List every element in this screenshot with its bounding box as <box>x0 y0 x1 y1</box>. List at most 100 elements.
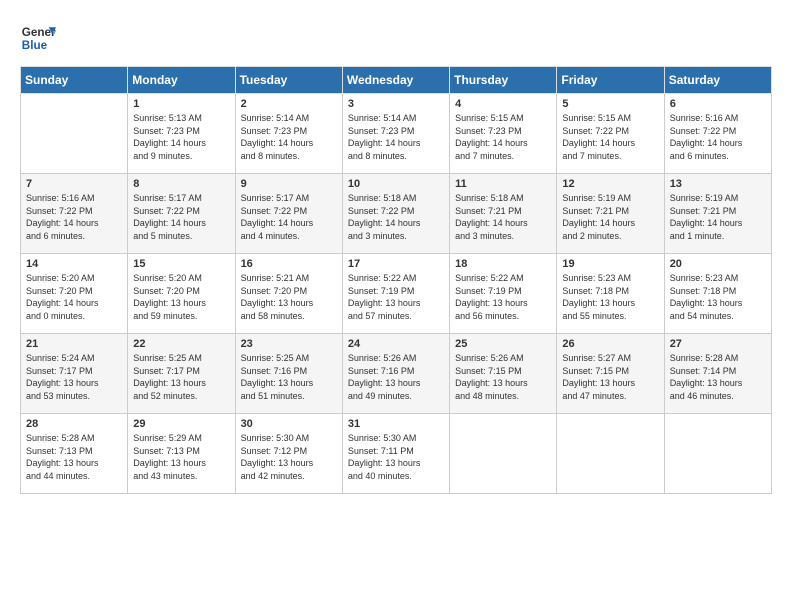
page-header: General Blue <box>20 20 772 56</box>
calendar-cell: 17 Sunrise: 5:22 AM Sunset: 7:19 PM Dayli… <box>342 254 449 334</box>
calendar-cell <box>21 94 128 174</box>
day-info: Sunrise: 5:13 AM Sunset: 7:23 PM Dayligh… <box>133 112 229 162</box>
day-number: 27 <box>670 338 766 350</box>
weekday-header-row: SundayMondayTuesdayWednesdayThursdayFrid… <box>21 67 772 94</box>
day-info: Sunrise: 5:17 AM Sunset: 7:22 PM Dayligh… <box>241 192 337 242</box>
day-info: Sunrise: 5:22 AM Sunset: 7:19 PM Dayligh… <box>348 272 444 322</box>
day-info: Sunrise: 5:25 AM Sunset: 7:17 PM Dayligh… <box>133 352 229 402</box>
calendar-cell: 5 Sunrise: 5:15 AM Sunset: 7:22 PM Daylig… <box>557 94 664 174</box>
weekday-header: Sunday <box>21 67 128 94</box>
calendar-week-row: 28 Sunrise: 5:28 AM Sunset: 7:13 PM Dayli… <box>21 414 772 494</box>
calendar-cell: 4 Sunrise: 5:15 AM Sunset: 7:23 PM Daylig… <box>450 94 557 174</box>
calendar-cell: 25 Sunrise: 5:26 AM Sunset: 7:15 PM Dayli… <box>450 334 557 414</box>
day-info: Sunrise: 5:15 AM Sunset: 7:23 PM Dayligh… <box>455 112 551 162</box>
calendar-week-row: 1 Sunrise: 5:13 AM Sunset: 7:23 PM Daylig… <box>21 94 772 174</box>
calendar-cell: 15 Sunrise: 5:20 AM Sunset: 7:20 PM Dayli… <box>128 254 235 334</box>
svg-text:Blue: Blue <box>22 39 48 52</box>
day-info: Sunrise: 5:26 AM Sunset: 7:15 PM Dayligh… <box>455 352 551 402</box>
day-number: 18 <box>455 258 551 270</box>
calendar-table: SundayMondayTuesdayWednesdayThursdayFrid… <box>20 66 772 494</box>
calendar-cell: 28 Sunrise: 5:28 AM Sunset: 7:13 PM Dayli… <box>21 414 128 494</box>
day-number: 12 <box>562 178 658 190</box>
day-number: 16 <box>241 258 337 270</box>
day-number: 6 <box>670 98 766 110</box>
day-info: Sunrise: 5:20 AM Sunset: 7:20 PM Dayligh… <box>26 272 122 322</box>
calendar-cell: 30Sunrise: 5:30 AM Sunset: 7:12 PM Dayli… <box>235 414 342 494</box>
calendar-cell: 24 Sunrise: 5:26 AM Sunset: 7:16 PM Dayli… <box>342 334 449 414</box>
calendar-cell: 22 Sunrise: 5:25 AM Sunset: 7:17 PM Dayli… <box>128 334 235 414</box>
day-info: Sunrise: 5:17 AM Sunset: 7:22 PM Dayligh… <box>133 192 229 242</box>
day-info: Sunrise: 5:14 AM Sunset: 7:23 PM Dayligh… <box>241 112 337 162</box>
day-number: 4 <box>455 98 551 110</box>
day-info: Sunrise: 5:26 AM Sunset: 7:16 PM Dayligh… <box>348 352 444 402</box>
day-number: 19 <box>562 258 658 270</box>
calendar-cell: 2 Sunrise: 5:14 AM Sunset: 7:23 PM Daylig… <box>235 94 342 174</box>
calendar-cell: 20 Sunrise: 5:23 AM Sunset: 7:18 PM Dayli… <box>664 254 771 334</box>
calendar-cell: 26 Sunrise: 5:27 AM Sunset: 7:15 PM Dayli… <box>557 334 664 414</box>
day-info: Sunrise: 5:20 AM Sunset: 7:20 PM Dayligh… <box>133 272 229 322</box>
day-info: Sunrise: 5:23 AM Sunset: 7:18 PM Dayligh… <box>670 272 766 322</box>
day-number: 20 <box>670 258 766 270</box>
day-number: 15 <box>133 258 229 270</box>
day-info: Sunrise: 5:16 AM Sunset: 7:22 PM Dayligh… <box>670 112 766 162</box>
day-info: Sunrise: 5:16 AM Sunset: 7:22 PM Dayligh… <box>26 192 122 242</box>
day-number: 5 <box>562 98 658 110</box>
day-info: Sunrise: 5:21 AM Sunset: 7:20 PM Dayligh… <box>241 272 337 322</box>
day-info: Sunrise: 5:28 AM Sunset: 7:13 PM Dayligh… <box>26 432 122 482</box>
day-number: 23 <box>241 338 337 350</box>
day-info: Sunrise: 5:30 AM Sunset: 7:12 PM Dayligh… <box>241 432 337 482</box>
calendar-cell: 23 Sunrise: 5:25 AM Sunset: 7:16 PM Dayli… <box>235 334 342 414</box>
day-info: Sunrise: 5:15 AM Sunset: 7:22 PM Dayligh… <box>562 112 658 162</box>
logo-icon: General Blue <box>20 20 56 56</box>
day-info: Sunrise: 5:25 AM Sunset: 7:16 PM Dayligh… <box>241 352 337 402</box>
day-number: 28 <box>26 418 122 430</box>
calendar-week-row: 21 Sunrise: 5:24 AM Sunset: 7:17 PM Dayli… <box>21 334 772 414</box>
weekday-header: Thursday <box>450 67 557 94</box>
calendar-cell <box>664 414 771 494</box>
calendar-cell: 19Sunrise: 5:23 AM Sunset: 7:18 PM Dayli… <box>557 254 664 334</box>
day-info: Sunrise: 5:19 AM Sunset: 7:21 PM Dayligh… <box>562 192 658 242</box>
calendar-cell: 1 Sunrise: 5:13 AM Sunset: 7:23 PM Daylig… <box>128 94 235 174</box>
calendar-cell: 29Sunrise: 5:29 AM Sunset: 7:13 PM Dayli… <box>128 414 235 494</box>
day-number: 8 <box>133 178 229 190</box>
day-number: 2 <box>241 98 337 110</box>
day-info: Sunrise: 5:24 AM Sunset: 7:17 PM Dayligh… <box>26 352 122 402</box>
day-number: 26 <box>562 338 658 350</box>
calendar-cell: 7Sunrise: 5:16 AM Sunset: 7:22 PM Daylig… <box>21 174 128 254</box>
day-number: 1 <box>133 98 229 110</box>
calendar-cell: 14 Sunrise: 5:20 AM Sunset: 7:20 PM Dayli… <box>21 254 128 334</box>
weekday-header: Friday <box>557 67 664 94</box>
day-number: 25 <box>455 338 551 350</box>
calendar-cell: 21 Sunrise: 5:24 AM Sunset: 7:17 PM Dayli… <box>21 334 128 414</box>
calendar-week-row: 14 Sunrise: 5:20 AM Sunset: 7:20 PM Dayli… <box>21 254 772 334</box>
day-info: Sunrise: 5:27 AM Sunset: 7:15 PM Dayligh… <box>562 352 658 402</box>
calendar-cell: 12 Sunrise: 5:19 AM Sunset: 7:21 PM Dayli… <box>557 174 664 254</box>
calendar-cell: 9 Sunrise: 5:17 AM Sunset: 7:22 PM Daylig… <box>235 174 342 254</box>
weekday-header: Wednesday <box>342 67 449 94</box>
day-number: 29 <box>133 418 229 430</box>
calendar-cell: 3Sunrise: 5:14 AM Sunset: 7:23 PM Daylig… <box>342 94 449 174</box>
day-number: 10 <box>348 178 444 190</box>
logo: General Blue <box>20 20 56 56</box>
day-number: 22 <box>133 338 229 350</box>
day-number: 24 <box>348 338 444 350</box>
calendar-cell: 13 Sunrise: 5:19 AM Sunset: 7:21 PM Dayli… <box>664 174 771 254</box>
calendar-cell: 10 Sunrise: 5:18 AM Sunset: 7:22 PM Dayli… <box>342 174 449 254</box>
day-info: Sunrise: 5:30 AM Sunset: 7:11 PM Dayligh… <box>348 432 444 482</box>
day-number: 13 <box>670 178 766 190</box>
day-number: 31 <box>348 418 444 430</box>
calendar-cell: 27Sunrise: 5:28 AM Sunset: 7:14 PM Dayli… <box>664 334 771 414</box>
weekday-header: Saturday <box>664 67 771 94</box>
day-number: 9 <box>241 178 337 190</box>
calendar-cell: 16 Sunrise: 5:21 AM Sunset: 7:20 PM Dayli… <box>235 254 342 334</box>
weekday-header: Monday <box>128 67 235 94</box>
calendar-cell: 6 Sunrise: 5:16 AM Sunset: 7:22 PM Daylig… <box>664 94 771 174</box>
day-number: 17 <box>348 258 444 270</box>
calendar-cell: 11Sunrise: 5:18 AM Sunset: 7:21 PM Dayli… <box>450 174 557 254</box>
day-number: 14 <box>26 258 122 270</box>
calendar-cell <box>557 414 664 494</box>
calendar-cell: 8 Sunrise: 5:17 AM Sunset: 7:22 PM Daylig… <box>128 174 235 254</box>
day-info: Sunrise: 5:19 AM Sunset: 7:21 PM Dayligh… <box>670 192 766 242</box>
day-number: 21 <box>26 338 122 350</box>
day-info: Sunrise: 5:18 AM Sunset: 7:22 PM Dayligh… <box>348 192 444 242</box>
